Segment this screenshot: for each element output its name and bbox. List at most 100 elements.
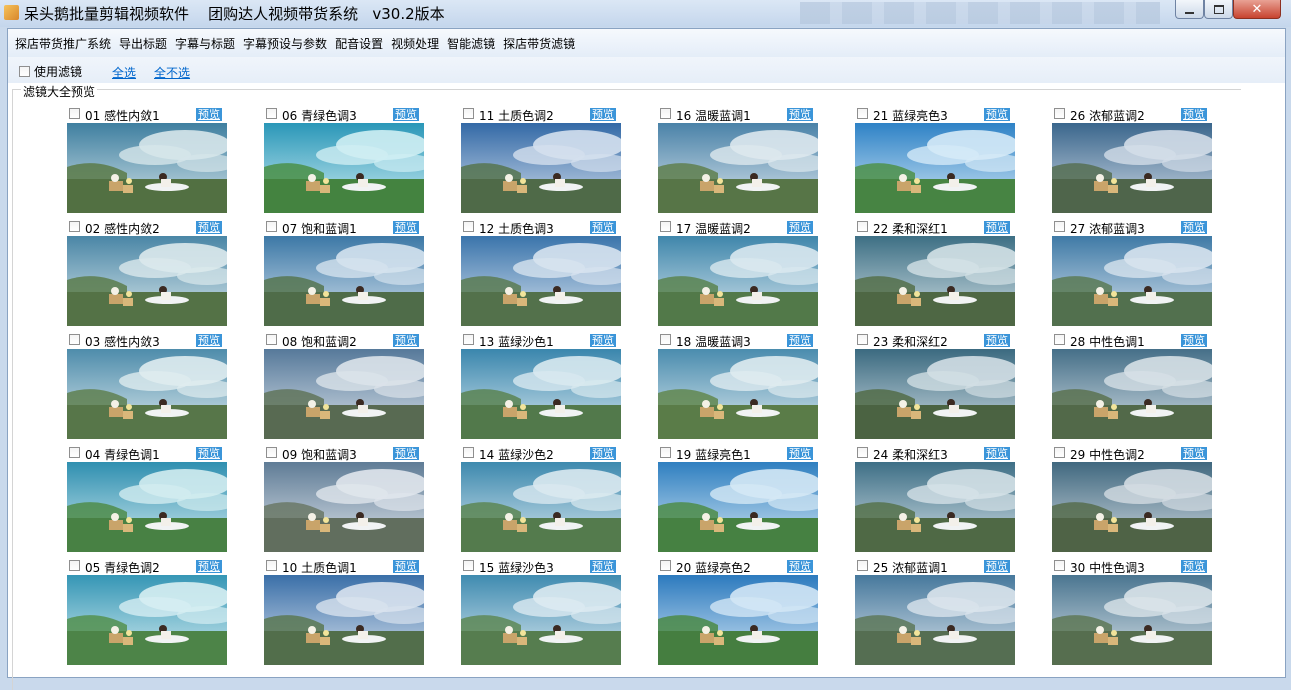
preview-button[interactable]: 预览 xyxy=(393,447,419,460)
filter-checkbox[interactable] xyxy=(69,447,80,458)
maximize-button[interactable] xyxy=(1204,0,1233,19)
filter-thumbnail[interactable] xyxy=(67,123,227,213)
filter-thumbnail[interactable] xyxy=(658,462,818,552)
filter-checkbox[interactable] xyxy=(266,447,277,458)
select-all-link[interactable]: 全选 xyxy=(112,64,136,81)
filter-checkbox[interactable] xyxy=(660,447,671,458)
filter-checkbox[interactable] xyxy=(463,560,474,571)
preview-button[interactable]: 预览 xyxy=(590,108,616,121)
preview-button[interactable]: 预览 xyxy=(393,334,419,347)
preview-button[interactable]: 预览 xyxy=(1181,221,1207,234)
preview-button[interactable]: 预览 xyxy=(787,560,813,573)
preview-button[interactable]: 预览 xyxy=(196,108,222,121)
filter-checkbox[interactable] xyxy=(266,334,277,345)
preview-button[interactable]: 预览 xyxy=(393,560,419,573)
preview-button[interactable]: 预览 xyxy=(196,560,222,573)
filter-checkbox[interactable] xyxy=(1054,108,1065,119)
filter-thumbnail[interactable] xyxy=(855,462,1015,552)
filter-thumbnail[interactable] xyxy=(67,575,227,665)
filter-thumbnail[interactable] xyxy=(264,236,424,326)
filter-checkbox[interactable] xyxy=(660,334,671,345)
filter-thumbnail[interactable] xyxy=(658,575,818,665)
preview-button[interactable]: 预览 xyxy=(590,447,616,460)
preview-button[interactable]: 预览 xyxy=(984,560,1010,573)
preview-button[interactable]: 预览 xyxy=(1181,334,1207,347)
tab-smart-filter[interactable]: 智能滤镜 xyxy=(443,35,499,52)
preview-button[interactable]: 预览 xyxy=(984,447,1010,460)
preview-button[interactable]: 预览 xyxy=(196,221,222,234)
close-button[interactable]: ✕ xyxy=(1233,0,1281,19)
filter-thumbnail[interactable] xyxy=(67,462,227,552)
filter-thumbnail[interactable] xyxy=(855,236,1015,326)
filter-checkbox[interactable] xyxy=(660,560,671,571)
filter-thumbnail[interactable] xyxy=(67,349,227,439)
filter-checkbox[interactable] xyxy=(266,560,277,571)
filter-thumbnail[interactable] xyxy=(67,236,227,326)
preview-button[interactable]: 预览 xyxy=(787,108,813,121)
select-none-link[interactable]: 全不选 xyxy=(154,64,190,81)
filter-thumbnail[interactable] xyxy=(264,575,424,665)
use-filter-option[interactable]: 使用滤镜 xyxy=(19,63,82,80)
preview-button[interactable]: 预览 xyxy=(590,560,616,573)
preview-button[interactable]: 预览 xyxy=(196,334,222,347)
preview-button[interactable]: 预览 xyxy=(1181,108,1207,121)
preview-button[interactable]: 预览 xyxy=(393,221,419,234)
filter-checkbox[interactable] xyxy=(857,108,868,119)
tab-store-promotion[interactable]: 探店带货推广系统 xyxy=(11,35,115,52)
filter-thumbnail[interactable] xyxy=(461,123,621,213)
filter-thumbnail[interactable] xyxy=(658,123,818,213)
filter-thumbnail[interactable] xyxy=(1052,123,1212,213)
filter-checkbox[interactable] xyxy=(69,108,80,119)
filter-thumbnail[interactable] xyxy=(1052,575,1212,665)
filter-thumbnail[interactable] xyxy=(855,575,1015,665)
filter-checkbox[interactable] xyxy=(660,108,671,119)
filter-checkbox[interactable] xyxy=(1054,560,1065,571)
use-filter-checkbox[interactable] xyxy=(19,66,30,77)
filter-checkbox[interactable] xyxy=(463,447,474,458)
preview-button[interactable]: 预览 xyxy=(196,447,222,460)
filter-checkbox[interactable] xyxy=(857,334,868,345)
tab-voice-settings[interactable]: 配音设置 xyxy=(331,35,387,52)
filter-thumbnail[interactable] xyxy=(461,462,621,552)
filter-checkbox[interactable] xyxy=(69,334,80,345)
filter-thumbnail[interactable] xyxy=(855,349,1015,439)
preview-button[interactable]: 预览 xyxy=(984,334,1010,347)
filter-thumbnail[interactable] xyxy=(658,236,818,326)
filter-checkbox[interactable] xyxy=(660,221,671,232)
filter-checkbox[interactable] xyxy=(463,221,474,232)
filter-checkbox[interactable] xyxy=(69,221,80,232)
filter-checkbox[interactable] xyxy=(266,221,277,232)
preview-button[interactable]: 预览 xyxy=(787,221,813,234)
preview-button[interactable]: 预览 xyxy=(590,334,616,347)
filter-thumbnail[interactable] xyxy=(461,349,621,439)
tab-video-processing[interactable]: 视频处理 xyxy=(387,35,443,52)
preview-button[interactable]: 预览 xyxy=(984,221,1010,234)
filter-thumbnail[interactable] xyxy=(264,462,424,552)
filter-thumbnail[interactable] xyxy=(461,236,621,326)
tab-subtitle-title[interactable]: 字幕与标题 xyxy=(171,35,239,52)
preview-button[interactable]: 预览 xyxy=(984,108,1010,121)
tab-store-filter[interactable]: 探店带货滤镜 xyxy=(499,35,579,52)
filter-checkbox[interactable] xyxy=(266,108,277,119)
preview-button[interactable]: 预览 xyxy=(393,108,419,121)
preview-button[interactable]: 预览 xyxy=(590,221,616,234)
preview-button[interactable]: 预览 xyxy=(1181,447,1207,460)
filter-checkbox[interactable] xyxy=(857,447,868,458)
filter-thumbnail[interactable] xyxy=(1052,236,1212,326)
filter-thumbnail[interactable] xyxy=(264,123,424,213)
preview-button[interactable]: 预览 xyxy=(787,334,813,347)
filter-thumbnail[interactable] xyxy=(855,123,1015,213)
tab-subtitle-presets[interactable]: 字幕预设与参数 xyxy=(239,35,331,52)
filter-thumbnail[interactable] xyxy=(658,349,818,439)
filter-thumbnail[interactable] xyxy=(1052,349,1212,439)
filter-checkbox[interactable] xyxy=(857,221,868,232)
filter-checkbox[interactable] xyxy=(1054,447,1065,458)
filter-checkbox[interactable] xyxy=(463,108,474,119)
filter-checkbox[interactable] xyxy=(463,334,474,345)
filter-checkbox[interactable] xyxy=(1054,221,1065,232)
filter-checkbox[interactable] xyxy=(69,560,80,571)
filter-thumbnail[interactable] xyxy=(1052,462,1212,552)
filter-checkbox[interactable] xyxy=(1054,334,1065,345)
tab-export-title[interactable]: 导出标题 xyxy=(115,35,171,52)
preview-button[interactable]: 预览 xyxy=(1181,560,1207,573)
